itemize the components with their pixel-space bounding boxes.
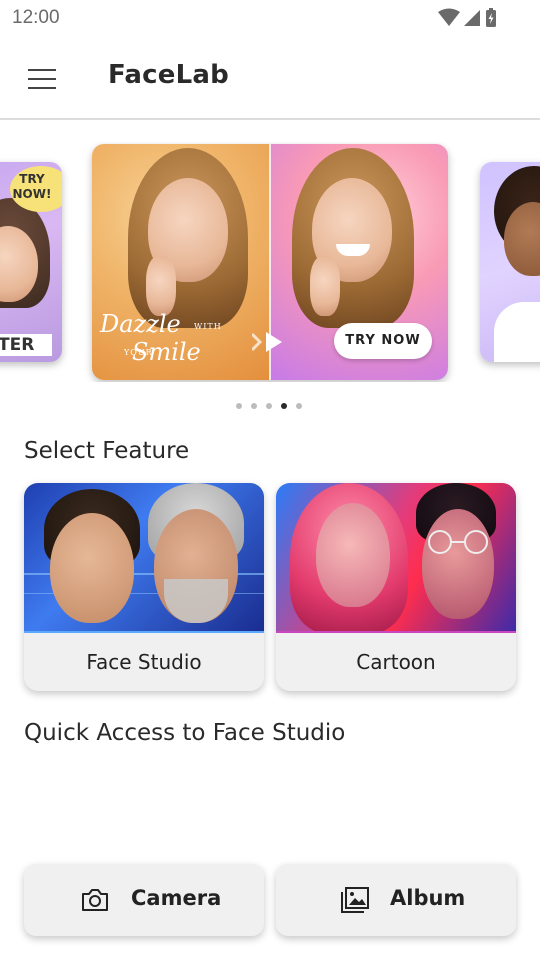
album-button[interactable]: Album (276, 864, 516, 936)
try-now-button[interactable]: TRY NOW (334, 323, 432, 359)
camera-label: Camera (131, 886, 222, 910)
cartoon-woman-face (316, 503, 390, 607)
app-title: FaceLab (108, 60, 229, 90)
status-icons (438, 8, 496, 27)
camera-button[interactable]: Camera (24, 864, 264, 936)
arrow-right-icon (252, 332, 282, 352)
slide-headline: Dazzle WITH YOUR Smile (100, 310, 222, 366)
pagination-dot[interactable] (236, 403, 242, 409)
carousel-pagination (232, 402, 312, 410)
pagination-dot-active[interactable] (281, 403, 287, 409)
signal-icon (464, 10, 480, 26)
status-time: 12:00 (12, 7, 60, 28)
app-bar: FaceLab (0, 38, 540, 120)
face-studio-image (24, 483, 264, 633)
carousel-slide-next[interactable] (480, 162, 540, 362)
battery-icon (486, 8, 496, 27)
select-feature-heading: Select Feature (24, 438, 190, 464)
promo-carousel[interactable]: TRY NOW! TER Dazzle WITH YOUR Smile TRY … (0, 142, 540, 382)
pagination-dot[interactable] (296, 403, 302, 409)
album-icon (341, 887, 369, 913)
sunglasses-icon (428, 530, 488, 554)
face-studio-card[interactable]: Face Studio (24, 483, 264, 691)
cartoon-label: Cartoon (356, 650, 436, 674)
face-studio-label: Face Studio (86, 650, 202, 674)
pagination-dot[interactable] (251, 403, 257, 409)
white-top (494, 302, 540, 362)
status-bar: 12:00 (0, 0, 540, 38)
carousel-slide-prev[interactable]: TRY NOW! TER (0, 162, 62, 362)
hand (310, 256, 340, 316)
hand (146, 256, 176, 316)
wifi-icon (438, 8, 460, 26)
menu-icon (28, 69, 56, 71)
cartoon-man-face (422, 509, 494, 619)
camera-icon (82, 889, 108, 911)
slide-label: TER (0, 334, 52, 356)
cartoon-image (276, 483, 516, 633)
young-man-face (50, 513, 134, 623)
menu-button[interactable] (22, 60, 62, 96)
album-label: Album (390, 886, 466, 910)
pagination-dot[interactable] (266, 403, 272, 409)
quick-access-heading: Quick Access to Face Studio (24, 720, 346, 746)
cartoon-card[interactable]: Cartoon (276, 483, 516, 691)
carousel-slide-current[interactable]: Dazzle WITH YOUR Smile TRY NOW (92, 144, 448, 380)
